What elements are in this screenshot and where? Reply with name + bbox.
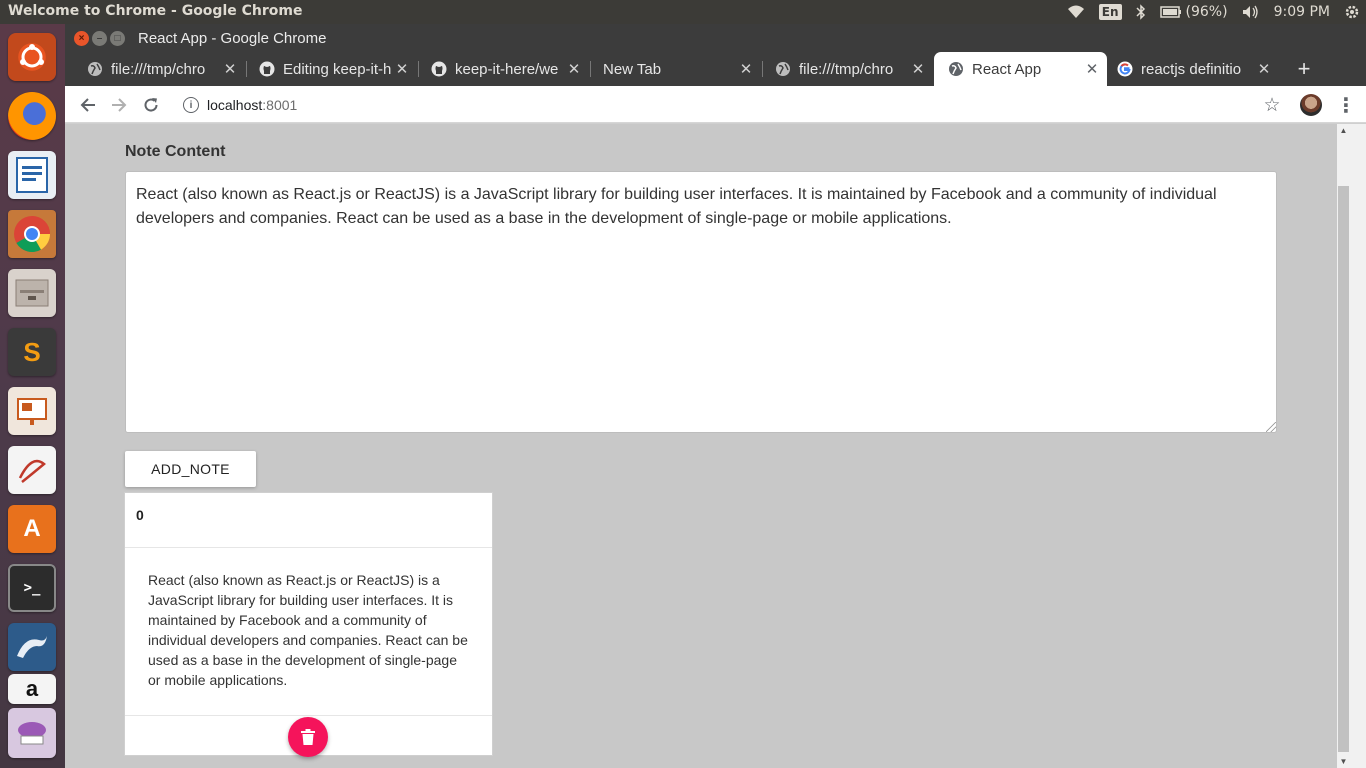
github-icon xyxy=(431,61,447,77)
battery-percentage: (96%) xyxy=(1185,4,1228,20)
settings-gear-icon[interactable] xyxy=(1344,4,1360,20)
tab-label: New Tab xyxy=(603,60,662,78)
tab-keep-it-here-repo[interactable]: keep-it-here/we ✕ xyxy=(417,52,589,86)
files-icon[interactable] xyxy=(8,269,56,317)
profile-avatar[interactable] xyxy=(1300,94,1322,116)
note-card-header: 0 xyxy=(125,493,492,548)
scroll-up-arrow-icon[interactable]: ▲ xyxy=(1338,126,1349,135)
firefox-icon[interactable] xyxy=(8,92,56,140)
software-center-icon[interactable]: A xyxy=(8,505,56,553)
url-host: localhost xyxy=(207,97,263,113)
tab-close-icon[interactable]: ✕ xyxy=(219,60,241,78)
tab-close-icon[interactable]: ✕ xyxy=(735,60,757,78)
ubuntu-dash-icon[interactable] xyxy=(8,33,56,81)
delete-note-button[interactable] xyxy=(288,717,328,757)
tab-close-icon[interactable]: ✕ xyxy=(391,60,413,78)
amazon-icon[interactable]: a xyxy=(8,674,56,704)
globe-icon xyxy=(87,61,103,77)
tab-close-icon[interactable]: ✕ xyxy=(907,60,929,78)
textarea-resize-handle[interactable] xyxy=(1266,422,1276,432)
back-button[interactable] xyxy=(75,92,101,118)
tab-new-tab[interactable]: New Tab ✕ xyxy=(589,52,761,86)
chrome-window-title: React App - Google Chrome xyxy=(138,30,327,47)
tab-editing-keep-it-here[interactable]: Editing keep-it-h ✕ xyxy=(245,52,417,86)
note-card-content: React (also known as React.js or ReactJS… xyxy=(148,572,468,688)
chrome-menu-icon[interactable]: ⋮ xyxy=(1333,92,1359,118)
note-content-textarea[interactable]: React (also known as React.js or ReactJS… xyxy=(125,171,1277,433)
battery-indicator[interactable]: (96%) xyxy=(1159,4,1228,20)
tab-label: React App xyxy=(972,60,1042,78)
tab-label: keep-it-here/we xyxy=(455,60,559,78)
address-bar[interactable]: i localhost:8001 xyxy=(173,91,1285,119)
tab-close-icon[interactable]: ✕ xyxy=(1253,60,1275,78)
mysql-workbench-icon[interactable] xyxy=(8,623,56,671)
reload-button[interactable] xyxy=(138,92,164,118)
window-close-button[interactable]: × xyxy=(74,31,89,46)
globe-icon xyxy=(948,61,964,77)
url-port: :8001 xyxy=(262,97,298,113)
wifi-icon[interactable] xyxy=(1067,5,1085,19)
github-icon xyxy=(259,61,275,77)
note-id: 0 xyxy=(136,507,144,523)
globe-icon xyxy=(775,61,791,77)
unity-launcher: S A >_ a xyxy=(0,24,65,768)
new-tab-button[interactable]: + xyxy=(1291,56,1317,82)
tab-file-1[interactable]: file:///tmp/chro ✕ xyxy=(73,52,245,86)
sublime-text-icon[interactable]: S xyxy=(8,328,56,376)
bookmark-star-icon[interactable]: ☆ xyxy=(1259,92,1285,118)
tab-close-icon[interactable]: ✕ xyxy=(1081,60,1103,78)
clock[interactable]: 9:09 PM xyxy=(1274,4,1330,20)
reload-icon xyxy=(144,98,158,112)
chrome-window: × – □ React App - Google Chrome file:///… xyxy=(65,24,1366,768)
tab-label: file:///tmp/chro xyxy=(799,60,894,78)
window-maximize-button[interactable]: □ xyxy=(110,31,125,46)
tab-file-2[interactable]: file:///tmp/chro ✕ xyxy=(761,52,933,86)
tab-close-icon[interactable]: ✕ xyxy=(563,60,585,78)
arrow-right-icon xyxy=(112,98,127,112)
page-scrollbar[interactable]: ▲ ▼ xyxy=(1337,124,1366,768)
document-viewer-icon[interactable] xyxy=(8,446,56,494)
battery-icon xyxy=(1159,6,1181,18)
active-window-title: Welcome to Chrome - Google Chrome xyxy=(8,3,303,19)
tab-label: Editing keep-it-h xyxy=(283,60,391,78)
bluetooth-icon[interactable] xyxy=(1136,4,1146,20)
scroll-down-arrow-icon[interactable]: ▼ xyxy=(1338,757,1349,766)
page-content: Note Content React (also known as React.… xyxy=(65,124,1337,768)
trash-icon xyxy=(301,729,315,745)
note-card-divider xyxy=(125,715,492,716)
chrome-titlebar: × – □ React App - Google Chrome xyxy=(65,24,1366,54)
tab-react-app[interactable]: React App ✕ xyxy=(934,52,1107,86)
note-card: 0 React (also known as React.js or React… xyxy=(124,492,493,757)
libreoffice-writer-icon[interactable] xyxy=(8,151,56,199)
arrow-left-icon xyxy=(80,98,95,112)
browser-toolbar: i localhost:8001 ☆ ⋮ xyxy=(65,86,1366,123)
system-top-panel: Welcome to Chrome - Google Chrome En (96… xyxy=(0,0,1366,24)
volume-icon[interactable] xyxy=(1242,5,1260,19)
tab-reactjs-definition[interactable]: reactjs definitio ✕ xyxy=(1107,52,1279,86)
window-minimize-button[interactable]: – xyxy=(92,31,107,46)
libreoffice-impress-icon[interactable] xyxy=(8,387,56,435)
google-icon xyxy=(1117,61,1133,77)
more-apps-icon[interactable] xyxy=(8,708,56,758)
tab-label: file:///tmp/chro xyxy=(111,60,206,78)
chrome-icon[interactable] xyxy=(8,210,56,258)
site-info-icon[interactable]: i xyxy=(183,97,199,113)
scrollbar-thumb[interactable] xyxy=(1338,186,1349,752)
terminal-icon[interactable]: >_ xyxy=(8,564,56,612)
note-content-label: Note Content xyxy=(125,143,226,160)
add-note-button[interactable]: ADD_NOTE xyxy=(125,451,256,487)
tab-label: reactjs definitio xyxy=(1141,60,1242,78)
keyboard-layout-indicator[interactable]: En xyxy=(1098,4,1122,20)
tab-strip: file:///tmp/chro ✕ Editing keep-it-h ✕ k… xyxy=(65,52,1366,86)
forward-button[interactable] xyxy=(106,92,132,118)
